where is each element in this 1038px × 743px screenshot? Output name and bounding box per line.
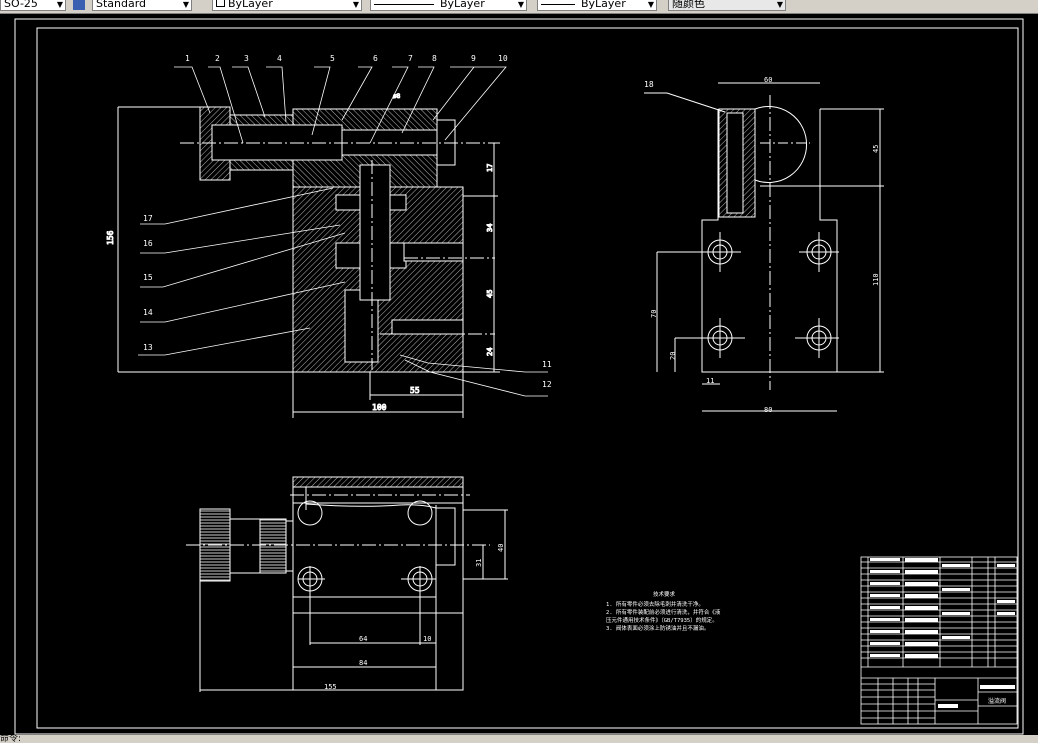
textstyle-value: Standard xyxy=(96,0,147,10)
part-label-1: 1 xyxy=(185,54,190,63)
dim-top-84: 84 xyxy=(359,659,367,667)
command-prompt: 命令: xyxy=(0,735,22,743)
top-view: 64 10 84 155 40 31 xyxy=(186,476,508,692)
note-line: 压元件通用技术条件》（GB/T7935）的规定。 xyxy=(606,616,718,624)
dim-d1: 17 xyxy=(486,164,494,172)
sheet-inner-border xyxy=(36,27,1019,729)
dimstyle-manager-icon[interactable] xyxy=(73,0,85,10)
dim-height: 156 xyxy=(106,230,115,245)
dim-side-bottom: 80 xyxy=(764,406,772,414)
note-line: 2. 所有零件装配前必须进行清洗，并符合《液 xyxy=(606,608,721,616)
properties-toolbar: SO-25 ▼ Standard ▼ ByLayer ▼ ByLayer ▼ ByLay… xyxy=(0,0,1038,14)
title-block: 溢流阀 xyxy=(860,556,1018,725)
note-line: 3. 阀体表面必须涂上防锈油并且不漏油。 xyxy=(606,624,709,632)
part-label-15: 15 xyxy=(143,273,153,282)
chevron-down-icon: ▼ xyxy=(56,0,63,9)
chevron-down-icon: ▼ xyxy=(352,0,359,9)
dimstyle-value: SO-25 xyxy=(4,0,38,10)
chevron-down-icon: ▼ xyxy=(517,0,524,9)
lineweight-select[interactable]: ByLayer ▼ xyxy=(537,0,657,11)
sheet-outer-border xyxy=(14,18,1024,735)
technical-requirements: 技术要求 1. 所有零件必须去除毛刺并清洗干净。 2. 所有零件装配前必须进行清… xyxy=(606,590,721,632)
part-label-3: 3 xyxy=(244,54,249,63)
part-label-6: 6 xyxy=(373,54,378,63)
dim-d4: 24 xyxy=(486,348,494,356)
linetype-value: ByLayer xyxy=(440,0,485,10)
lineweight-preview xyxy=(541,3,575,5)
dim-side-upper: 45 xyxy=(872,145,880,153)
dim-top-64: 64 xyxy=(359,635,367,643)
dim-side-h1: 11 xyxy=(706,377,714,385)
dim-top-10: 10 xyxy=(423,635,431,643)
part-label-9: 9 xyxy=(471,54,476,63)
part-label-12: 12 xyxy=(542,380,552,389)
part-label-2: 2 xyxy=(215,54,220,63)
textstyle-select[interactable]: Standard ▼ xyxy=(92,0,192,11)
dim-side-v2: 20 xyxy=(669,352,677,360)
chevron-down-icon: ▼ xyxy=(776,0,783,9)
side-view: 60 80 45 110 70 20 11 18 xyxy=(644,76,884,414)
part-label-8: 8 xyxy=(432,54,437,63)
layer-color-value: ByLayer xyxy=(228,0,273,10)
dim-top-155: 155 xyxy=(324,683,337,691)
part-label-14: 14 xyxy=(143,308,153,317)
dim-d3: 45 xyxy=(486,290,494,298)
lineweight-value: ByLayer xyxy=(581,0,626,10)
linetype-preview xyxy=(374,3,434,5)
plotstyle-select[interactable]: 随颜色 ▼ xyxy=(668,0,786,11)
part-label-5: 5 xyxy=(330,54,335,63)
part-label-16: 16 xyxy=(143,239,153,248)
part-label-10: 10 xyxy=(498,54,508,63)
part-label-13: 13 xyxy=(143,343,153,352)
dim-side-lower: 110 xyxy=(872,273,880,286)
color-swatch-icon xyxy=(216,0,225,7)
part-label-18: 18 xyxy=(644,80,654,89)
drawing-name: 溢流阀 xyxy=(988,697,1006,705)
dim-top-40: 40 xyxy=(497,544,505,552)
dimstyle-select[interactable]: SO-25 ▼ xyxy=(0,0,66,11)
part-label-4: 4 xyxy=(277,54,282,63)
dim-side-v1: 70 xyxy=(650,310,658,318)
dim-side-top: 60 xyxy=(764,76,772,84)
dim-offset: 55 xyxy=(410,386,420,395)
drawing-canvas[interactable]: 156 100 55 17 34 45 24 ø8 1 2 3 4 5 6 7 … xyxy=(0,14,1038,735)
command-line[interactable]: 命令: xyxy=(0,735,1038,743)
dim-d2: 34 xyxy=(486,224,494,232)
notes-title: 技术要求 xyxy=(653,590,676,598)
dim-top-31: 31 xyxy=(475,559,483,567)
linetype-select[interactable]: ByLayer ▼ xyxy=(370,0,527,11)
part-label-17: 17 xyxy=(143,214,153,223)
chevron-down-icon: ▼ xyxy=(647,0,654,9)
part-label-11: 11 xyxy=(542,360,552,369)
note-line: 1. 所有零件必须去除毛刺并清洗干净。 xyxy=(606,600,704,608)
dim-width: 100 xyxy=(372,403,387,412)
plotstyle-value: 随颜色 xyxy=(672,0,705,10)
layer-color-select[interactable]: ByLayer ▼ xyxy=(212,0,362,11)
chevron-down-icon: ▼ xyxy=(182,0,189,9)
front-section-view: 156 100 55 17 34 45 24 ø8 1 2 3 4 5 6 7 … xyxy=(106,54,552,418)
part-label-7: 7 xyxy=(408,54,413,63)
